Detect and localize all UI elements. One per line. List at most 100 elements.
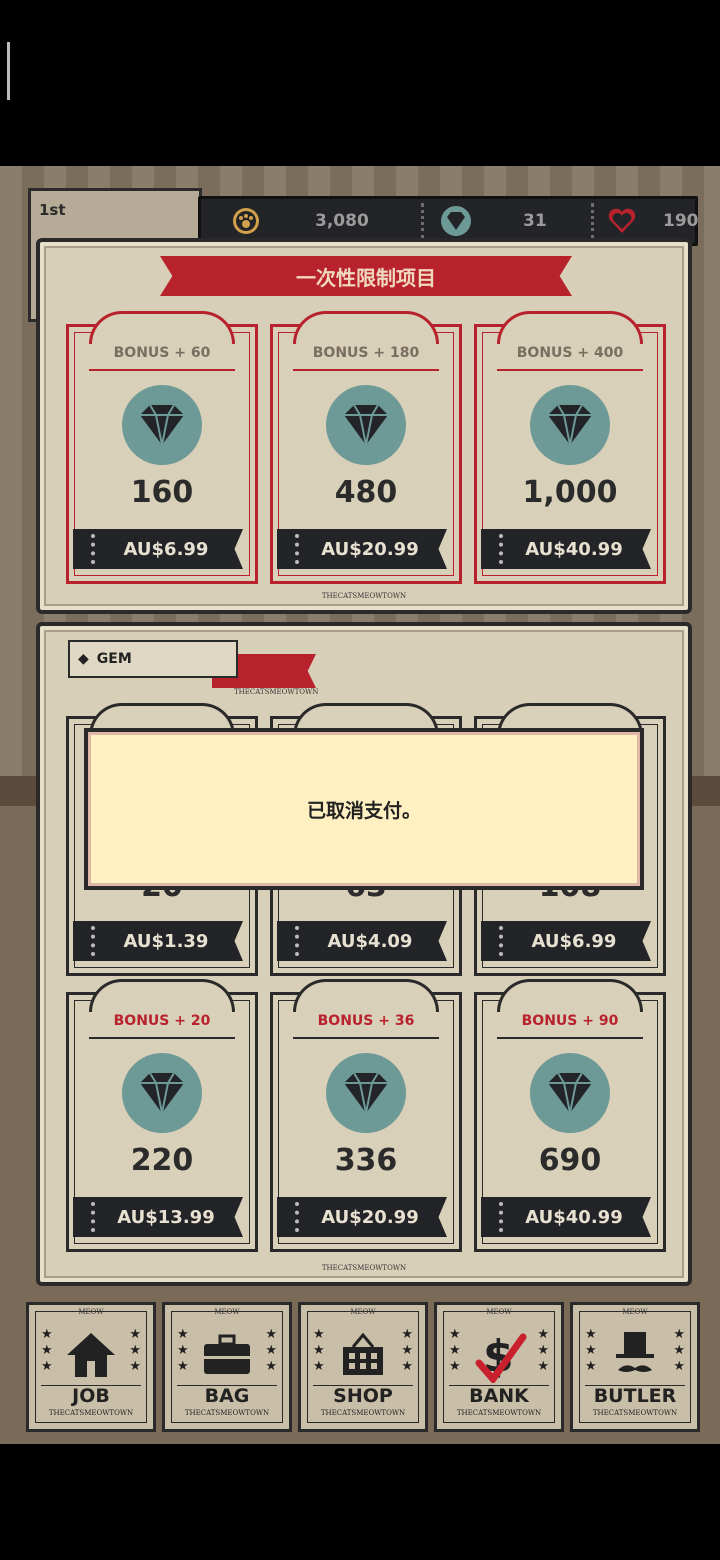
diamond-icon <box>326 385 406 465</box>
tab-gem[interactable]: ◆ GEM <box>68 640 238 678</box>
card-bonus: BONUS + 90 <box>521 1013 619 1029</box>
limited-offer-banner: 一次性限制项目 <box>160 256 572 296</box>
gem-icon <box>441 206 471 236</box>
dollar-icon: $ <box>469 1327 529 1383</box>
price-label: AU$4.09 <box>327 930 413 952</box>
gem-amount: 336 <box>334 1143 398 1178</box>
price-label: AU$40.99 <box>525 538 623 560</box>
nav-bag-label: BAG <box>204 1385 250 1407</box>
gem-count: 31 <box>523 211 547 231</box>
price-label: AU$40.99 <box>525 1206 623 1228</box>
price-button[interactable]: AU$40.99 <box>481 1197 651 1237</box>
nav-brand: THECATSMEOWTOWN <box>48 1409 134 1417</box>
rank-label: 1st <box>39 201 66 219</box>
stars-icon: ★ ★ ★ <box>401 1327 413 1374</box>
nav-job-label: JOB <box>72 1385 110 1407</box>
stars-icon: ★ ★ ★ <box>265 1327 277 1374</box>
price-button[interactable]: AU$6.99 <box>481 921 651 961</box>
price-label: AU$20.99 <box>321 538 419 560</box>
diamond-bullet-icon: ◆ <box>78 651 89 667</box>
offer-card-160[interactable]: BONUS + 60 160 AU$6.99 <box>66 311 258 584</box>
diamond-icon <box>530 1053 610 1133</box>
price-button[interactable]: AU$13.99 <box>73 1197 243 1237</box>
stars-icon: ★ ★ ★ <box>129 1327 141 1374</box>
nav-meow-label: MEOW <box>486 1308 512 1316</box>
gem-card-690[interactable]: BONUS + 90 690 AU$40.99 <box>474 979 666 1252</box>
card-bonus: BONUS + 36 <box>317 1013 415 1029</box>
nav-brand: THECATSMEOWTOWN <box>456 1409 542 1417</box>
nav-butler-button[interactable]: MEOW ★ ★ ★ ★ ★ ★ BUTLER THECATSMEOWTOWN <box>570 1302 700 1432</box>
gem-card-336[interactable]: BONUS + 36 336 AU$20.99 <box>270 979 462 1252</box>
tab-gem-label: GEM <box>96 651 132 667</box>
price-label: AU$20.99 <box>321 1206 419 1228</box>
heart-count: 190 <box>663 211 699 231</box>
nav-meow-label: MEOW <box>622 1308 648 1316</box>
stars-icon: ★ ★ ★ <box>177 1327 189 1374</box>
house-icon <box>61 1327 121 1383</box>
gem-amount: 160 <box>130 475 194 510</box>
gem-shop-panel: ◆ GEM THECATSMEOWTOWN 20 AU$1.39 63 AU$4… <box>36 622 692 1286</box>
stars-icon: ★ ★ ★ <box>449 1327 461 1374</box>
payment-cancelled-dialog[interactable]: 已取消支付。 <box>84 728 644 890</box>
stars-icon: ★ ★ ★ <box>313 1327 325 1374</box>
game-screen: 1st 毛毛 3,080 31 190 一次性限制项目 <box>0 166 720 1444</box>
nav-meow-label: MEOW <box>78 1308 104 1316</box>
card-bonus: BONUS + 400 <box>516 345 624 361</box>
divider <box>591 203 594 239</box>
divider <box>421 203 424 239</box>
limited-offer-title: 一次性限制项目 <box>296 265 436 290</box>
card-bonus: BONUS + 20 <box>113 1013 211 1029</box>
nav-shop-button[interactable]: MEOW ★ ★ ★ ★ ★ ★ SHOP THECATSMEOWTOWN <box>298 1302 428 1432</box>
top-hat-icon <box>605 1327 665 1383</box>
diamond-icon <box>122 1053 202 1133</box>
stars-icon: ★ ★ ★ <box>537 1327 549 1374</box>
heart-icon <box>607 206 637 236</box>
gem-amount: 480 <box>334 475 398 510</box>
price-button[interactable]: AU$20.99 <box>277 529 447 569</box>
bottom-nav: MEOW ★ ★ ★ ★ ★ ★ JOB THECATSMEOWTOWN MEOW ★ ★… <box>26 1302 700 1432</box>
status-bar-cursor <box>7 42 10 100</box>
nav-meow-label: MEOW <box>214 1308 240 1316</box>
nav-brand: THECATSMEOWTOWN <box>320 1409 406 1417</box>
gem-amount: 1,000 <box>522 475 618 510</box>
nav-bank-label: BANK <box>469 1385 529 1407</box>
nav-brand: THECATSMEOWTOWN <box>184 1409 270 1417</box>
price-button[interactable]: AU$40.99 <box>481 529 651 569</box>
diamond-icon <box>530 385 610 465</box>
gem-stat: 31 <box>441 199 547 243</box>
paw-stat: 3,080 <box>231 199 369 243</box>
price-label: AU$6.99 <box>531 930 617 952</box>
brand-footer: THECATSMEOWTOWN <box>321 592 407 600</box>
paw-icon <box>231 206 261 236</box>
price-button[interactable]: AU$20.99 <box>277 1197 447 1237</box>
offer-card-1000[interactable]: BONUS + 400 1,000 AU$40.99 <box>474 311 666 584</box>
price-label: AU$1.39 <box>123 930 209 952</box>
dialog-message: 已取消支付。 <box>306 799 421 822</box>
price-label: AU$13.99 <box>117 1206 215 1228</box>
nav-job-button[interactable]: MEOW ★ ★ ★ ★ ★ ★ JOB THECATSMEOWTOWN <box>26 1302 156 1432</box>
tab-brand: THECATSMEOWTOWN <box>234 688 319 696</box>
diamond-icon <box>326 1053 406 1133</box>
basket-icon <box>333 1327 393 1383</box>
briefcase-icon <box>197 1327 257 1383</box>
nav-meow-label: MEOW <box>350 1308 376 1316</box>
stars-icon: ★ ★ ★ <box>673 1327 685 1374</box>
stars-icon: ★ ★ ★ <box>585 1327 597 1374</box>
stars-icon: ★ ★ ★ <box>41 1327 53 1374</box>
nav-bag-button[interactable]: MEOW ★ ★ ★ ★ ★ ★ BAG THECATSMEOWTOWN <box>162 1302 292 1432</box>
price-button[interactable]: AU$6.99 <box>73 529 243 569</box>
limited-offer-panel: 一次性限制项目 BONUS + 60 160 AU$6.99 BONUS + 1… <box>36 238 692 614</box>
nav-butler-label: BUTLER <box>593 1385 677 1407</box>
price-button[interactable]: AU$1.39 <box>73 921 243 961</box>
nav-brand: THECATSMEOWTOWN <box>592 1409 678 1417</box>
price-button[interactable]: AU$4.09 <box>277 921 447 961</box>
gem-card-220[interactable]: BONUS + 20 220 AU$13.99 <box>66 979 258 1252</box>
diamond-icon <box>122 385 202 465</box>
card-bonus: BONUS + 180 <box>312 345 420 361</box>
offer-card-480[interactable]: BONUS + 180 480 AU$20.99 <box>270 311 462 584</box>
nav-bank-button[interactable]: MEOW ★ ★ ★ ★ ★ ★ $ BANK THECATSMEOWTOWN <box>434 1302 564 1432</box>
paw-count: 3,080 <box>315 211 369 231</box>
heart-stat: 190 <box>607 199 699 243</box>
card-bonus: BONUS + 60 <box>113 345 211 361</box>
gem-amount: 690 <box>538 1143 602 1178</box>
